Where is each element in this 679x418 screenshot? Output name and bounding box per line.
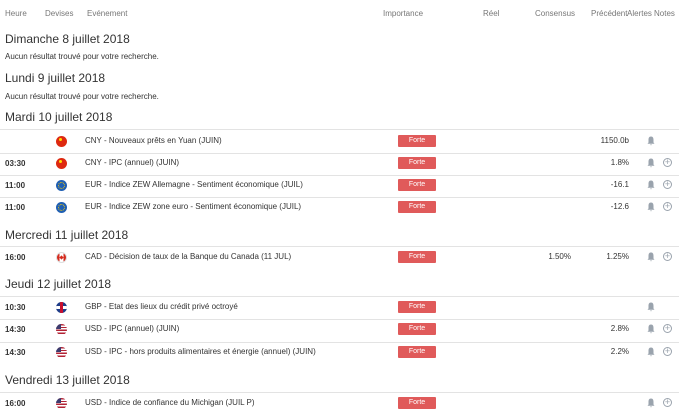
no-result-message: Aucun résultat trouvé pour votre recherc… — [5, 92, 159, 101]
table-row[interactable]: 16:00 USD - Indice de confiance du Michi… — [0, 393, 679, 415]
col-header-notes: Notes — [654, 9, 675, 18]
event-title[interactable]: CNY - IPC (annuel) (JUIN) — [85, 158, 179, 167]
col-header-reel: Réel — [483, 9, 500, 18]
col-header-importance: Importance — [383, 9, 424, 18]
importance-badge: Forte — [398, 201, 436, 213]
bell-icon[interactable] — [647, 202, 655, 212]
consensus-value: 1.50% — [548, 252, 571, 261]
canada-flag-icon — [56, 252, 67, 263]
col-header-devises: Devises — [45, 9, 74, 18]
col-header-alertes: Alertes — [627, 9, 652, 18]
col-header-evenement: Evénement — [87, 9, 128, 18]
table-row[interactable]: CNY - Nouveaux prêts en Yuan (JUIN) Fort… — [0, 131, 679, 153]
china-flag-icon — [56, 158, 67, 169]
previous-value: 1.8% — [610, 158, 629, 167]
importance-badge: Forte — [398, 251, 436, 263]
previous-value: -12.6 — [610, 202, 629, 211]
plus-circle-icon[interactable]: + — [663, 202, 672, 211]
previous-value: 2.2% — [610, 347, 629, 356]
event-time: 11:00 — [5, 203, 26, 212]
bell-icon[interactable] — [647, 252, 655, 262]
event-time: 16:00 — [5, 253, 26, 262]
eu-flag-icon — [56, 202, 67, 213]
previous-value: -16.1 — [610, 180, 629, 189]
table-row[interactable]: 14:30 USD - IPC - hors produits alimenta… — [0, 342, 679, 364]
plus-circle-icon[interactable]: + — [663, 398, 672, 407]
day-heading-thursday: Jeudi 12 juillet 2018 — [5, 277, 112, 291]
importance-badge: Forte — [398, 301, 436, 313]
usa-flag-icon — [56, 347, 67, 358]
china-flag-icon — [56, 136, 67, 147]
event-title[interactable]: CAD - Décision de taux de la Banque du C… — [85, 252, 291, 261]
plus-circle-icon[interactable]: + — [663, 324, 672, 333]
plus-circle-icon[interactable]: + — [663, 252, 672, 261]
importance-badge: Forte — [398, 179, 436, 191]
bell-icon[interactable] — [647, 158, 655, 168]
table-row[interactable]: 10:30 GBP - Etat des lieux du crédit pri… — [0, 297, 679, 319]
day-heading-tuesday: Mardi 10 juillet 2018 — [5, 110, 113, 124]
usa-flag-icon — [56, 398, 67, 409]
no-result-message: Aucun résultat trouvé pour votre recherc… — [5, 52, 159, 61]
day-heading-wednesday: Mercredi 11 juillet 2018 — [5, 228, 129, 242]
table-row[interactable]: 11:00 EUR - Indice ZEW zone euro - Senti… — [0, 197, 679, 219]
col-header-heure: Heure — [5, 9, 27, 18]
importance-badge: Forte — [398, 397, 436, 409]
bell-icon[interactable] — [647, 398, 655, 408]
eu-flag-icon — [56, 180, 67, 191]
event-time: 10:30 — [5, 303, 26, 312]
day-heading-friday: Vendredi 13 juillet 2018 — [5, 373, 130, 387]
col-header-precedent: Précédent — [591, 9, 628, 18]
importance-badge: Forte — [398, 157, 436, 169]
day-heading-sunday: Dimanche 8 juillet 2018 — [5, 32, 130, 46]
table-row[interactable]: 14:30 USD - IPC (annuel) (JUIN) Forte 2.… — [0, 319, 679, 341]
importance-badge: Forte — [398, 346, 436, 358]
col-header-consensus: Consensus — [535, 9, 576, 18]
event-time: 14:30 — [5, 325, 26, 334]
event-time: 16:00 — [5, 399, 26, 408]
table-row[interactable]: 11:00 EUR - Indice ZEW Allemagne - Senti… — [0, 175, 679, 197]
day-heading-monday: Lundi 9 juillet 2018 — [5, 71, 106, 85]
row-separator — [0, 129, 679, 130]
event-title[interactable]: GBP - Etat des lieux du crédit privé oct… — [85, 302, 238, 311]
event-time: 14:30 — [5, 348, 26, 357]
plus-circle-icon[interactable]: + — [663, 158, 672, 167]
table-row[interactable]: 16:00 CAD - Décision de taux de la Banqu… — [0, 247, 679, 269]
bell-icon[interactable] — [647, 180, 655, 190]
previous-value: 2.8% — [610, 324, 629, 333]
previous-value: 1.25% — [606, 252, 629, 261]
usa-flag-icon — [56, 324, 67, 335]
bell-icon[interactable] — [647, 324, 655, 334]
bell-icon[interactable] — [647, 347, 655, 357]
importance-badge: Forte — [398, 323, 436, 335]
bell-icon[interactable] — [647, 136, 655, 146]
event-title[interactable]: USD - IPC - hors produits alimentaires e… — [85, 347, 316, 356]
event-title[interactable]: USD - IPC (annuel) (JUIN) — [85, 324, 179, 333]
event-title[interactable]: CNY - Nouveaux prêts en Yuan (JUIN) — [85, 136, 222, 145]
previous-value: 1150.0b — [600, 136, 629, 145]
event-time: 11:00 — [5, 181, 26, 190]
importance-badge: Forte — [398, 135, 436, 147]
plus-circle-icon[interactable]: + — [663, 180, 672, 189]
table-row[interactable]: 03:30 CNY - IPC (annuel) (JUIN) Forte 1.… — [0, 153, 679, 175]
bell-icon[interactable] — [647, 302, 655, 312]
event-title[interactable]: EUR - Indice ZEW zone euro - Sentiment é… — [85, 202, 301, 211]
event-title[interactable]: EUR - Indice ZEW Allemagne - Sentiment é… — [85, 180, 303, 189]
uk-flag-icon — [56, 302, 67, 313]
plus-circle-icon[interactable]: + — [663, 347, 672, 356]
event-time: 03:30 — [5, 159, 26, 168]
event-title[interactable]: USD - Indice de confiance du Michigan (J… — [85, 398, 255, 407]
